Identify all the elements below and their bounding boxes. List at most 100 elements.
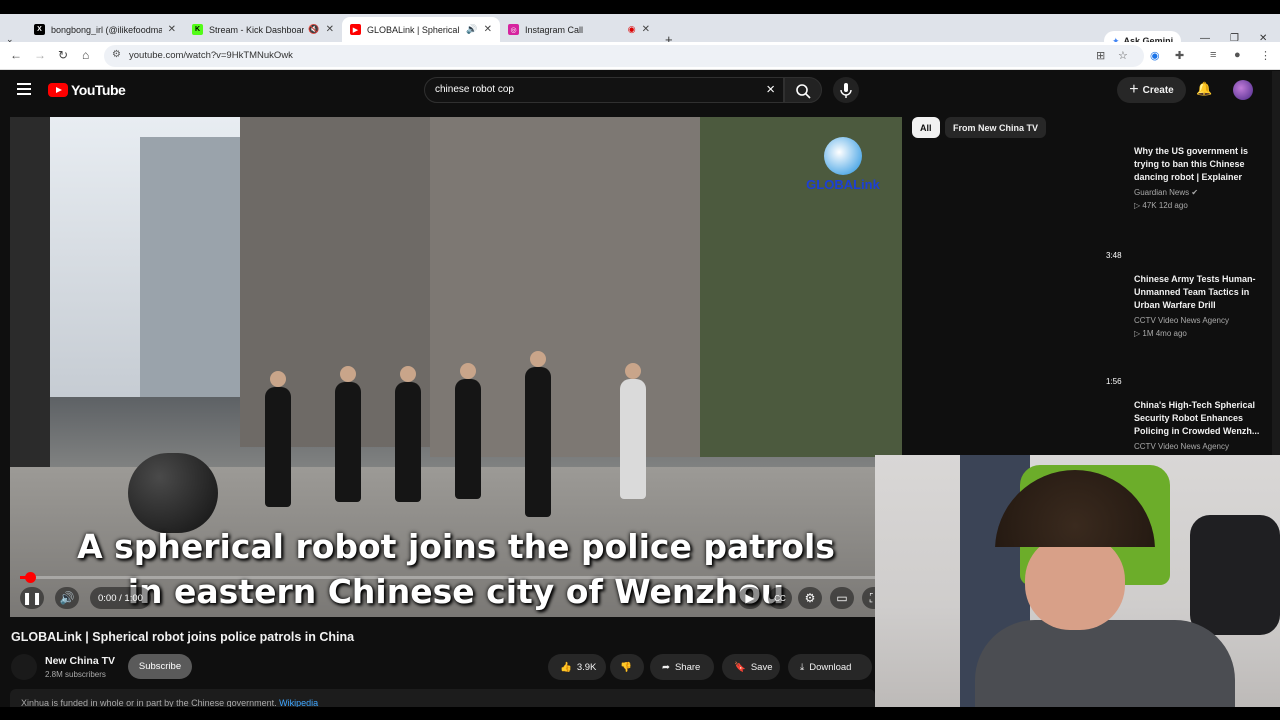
thumbs-down-icon: 👎	[620, 661, 632, 673]
close-tab-icon[interactable]: ✕	[642, 24, 650, 35]
webcam-background-object	[1190, 515, 1280, 635]
captions-button[interactable]: CC	[768, 587, 792, 609]
back-arrow-icon[interactable]: ←	[10, 48, 22, 62]
tab-kick-dashboard[interactable]: K Stream - Kick Dashboard 🔇 ✕	[184, 17, 342, 42]
voice-search-button[interactable]	[833, 77, 859, 103]
webcam-person-face	[1025, 535, 1125, 630]
share-arrow-icon: ➦	[662, 661, 670, 673]
create-button[interactable]: + Create	[1117, 77, 1186, 103]
create-label: Create	[1142, 84, 1174, 96]
browser-menu-icon[interactable]: ⋮	[1260, 49, 1271, 62]
progress-bar[interactable]	[20, 572, 892, 583]
url-text[interactable]: youtube.com/watch?v=9HkTMNukOwk	[129, 50, 293, 61]
chip-from-channel[interactable]: From New China TV	[945, 117, 1047, 138]
thumbs-up-icon: 👍	[560, 661, 572, 673]
clear-search-icon[interactable]: ×	[766, 81, 775, 98]
pedestrian	[620, 363, 646, 499]
spherical-robot	[128, 453, 218, 533]
close-tab-icon[interactable]: ✕	[484, 24, 492, 35]
close-tab-icon[interactable]: ✕	[326, 24, 334, 35]
tab-instagram-call[interactable]: ◎ Instagram Call ◉ ✕	[500, 17, 658, 42]
time-display: 0:00 / 1:00	[90, 587, 151, 609]
rec-channel: CCTV Video News Agency	[1134, 316, 1230, 325]
youtube-logo-text: YouTube	[71, 82, 126, 98]
youtube-header: YouTube × + Create 🔔	[0, 71, 1280, 111]
microphone-icon	[840, 83, 852, 98]
police-officer	[265, 371, 291, 507]
police-officer	[455, 363, 481, 499]
rec-title[interactable]: China's High-Tech Spherical Security Rob…	[1134, 399, 1260, 438]
hamburger-menu-icon[interactable]	[17, 83, 31, 95]
theater-icon: ▭	[836, 591, 848, 605]
volume-icon: 🔊	[59, 591, 75, 605]
channel-name[interactable]: New China TV	[45, 655, 115, 667]
notifications-bell-icon[interactable]: 🔔	[1196, 81, 1212, 97]
search-button[interactable]	[784, 77, 822, 103]
rec-title[interactable]: Chinese Army Tests Human-Unmanned Team T…	[1134, 273, 1260, 312]
recommendation-item[interactable]: 1:56 China's High-Tech Spherical Securit…	[1100, 377, 1270, 455]
search-icon	[796, 84, 811, 99]
police-officer	[395, 366, 421, 502]
rec-duration: 1:56	[1106, 377, 1122, 386]
dislike-button[interactable]: 👎	[610, 654, 644, 680]
rec-channel: Guardian News ✔	[1134, 188, 1199, 197]
rec-title[interactable]: Why the US government is trying to ban t…	[1134, 145, 1260, 184]
police-officer	[335, 366, 361, 502]
tab-youtube-video[interactable]: ▶ GLOBALink | Spherical robo 🔊 ✕	[342, 17, 500, 42]
verified-check-icon: ✔	[1191, 188, 1199, 197]
rec-duration: 3:48	[1106, 251, 1122, 260]
forward-arrow-icon[interactable]: →	[34, 48, 46, 62]
reload-icon[interactable]: ↻	[58, 48, 68, 62]
video-player[interactable]: GLOBALink A spherical robot joins the po…	[10, 117, 902, 617]
chip-all[interactable]: All	[912, 117, 940, 138]
reading-list-icon[interactable]: ≡	[1210, 49, 1216, 61]
download-button[interactable]: ⤓ Download	[788, 654, 872, 680]
watermark-text: GLOBALink	[806, 177, 880, 192]
search-box[interactable]: ×	[424, 77, 784, 103]
bookmark-icon: 🔖	[734, 661, 746, 673]
theater-mode-button[interactable]: ▭	[830, 587, 854, 609]
speaker-icon[interactable]: 🔊	[466, 24, 477, 35]
screen-top-edge	[0, 0, 1280, 14]
extensions-puzzle-icon[interactable]: ✚	[1175, 49, 1184, 62]
recommendation-item[interactable]: 3:48 Chinese Army Tests Human-Unmanned T…	[1100, 251, 1270, 341]
instagram-icon: ◎	[508, 24, 519, 35]
recommendation-item[interactable]: Why the US government is trying to ban t…	[1100, 145, 1270, 215]
rec-meta: ▷ 1M 4mo ago	[1134, 329, 1187, 338]
home-icon[interactable]: ⌂	[82, 48, 89, 62]
address-bar[interactable]: ⚙ youtube.com/watch?v=9HkTMNukOwk	[104, 45, 1144, 67]
rec-meta: ▷ 47K 12d ago	[1134, 201, 1188, 210]
youtube-icon: ▶	[350, 24, 361, 35]
captions-icon: CC	[774, 593, 786, 603]
user-avatar[interactable]	[1233, 80, 1253, 100]
youtube-logo[interactable]: YouTube	[48, 82, 126, 98]
recording-icon: ◉	[627, 24, 636, 34]
save-button[interactable]: 🔖 Save	[722, 654, 780, 680]
profile-avatar-icon[interactable]: ●	[1234, 49, 1241, 61]
tab-x-profile[interactable]: X bongbong_irl (@ilikefoodmany ✕	[26, 17, 184, 42]
volume-button[interactable]: 🔊	[55, 587, 79, 609]
views-play-icon: ▷	[1134, 329, 1141, 338]
channel-avatar[interactable]	[11, 654, 37, 680]
progress-scrubber[interactable]	[25, 572, 36, 583]
settings-button[interactable]: ⚙	[798, 587, 822, 609]
autoplay-icon: ▶	[745, 591, 755, 605]
tab-title: bongbong_irl (@ilikefoodmany	[51, 24, 162, 35]
browser-toolbar: ← → ↻ ⌂ ⚙ youtube.com/watch?v=9HkTMNukOw…	[0, 42, 1280, 70]
site-info-icon[interactable]: ⚙	[112, 49, 121, 60]
subscribe-button[interactable]: Subscribe	[128, 654, 192, 679]
youtube-play-icon	[48, 83, 68, 97]
close-tab-icon[interactable]: ✕	[168, 24, 176, 35]
extension-icon[interactable]: ◉	[1150, 49, 1160, 62]
bookmark-star-icon[interactable]: ☆	[1118, 49, 1128, 62]
autoplay-toggle[interactable]: ▶	[738, 587, 762, 609]
share-button[interactable]: ➦ Share	[650, 654, 714, 680]
muted-speaker-icon[interactable]: 🔇	[308, 24, 319, 35]
pause-button[interactable]: ❚❚	[20, 587, 44, 609]
install-app-icon[interactable]: ⊞	[1096, 49, 1105, 62]
like-button[interactable]: 👍 3.9K	[548, 654, 606, 680]
search-input[interactable]	[435, 84, 755, 95]
tab-title: Instagram Call	[525, 24, 584, 35]
save-label: Save	[750, 661, 773, 673]
screen-bottom-edge	[0, 707, 1280, 720]
